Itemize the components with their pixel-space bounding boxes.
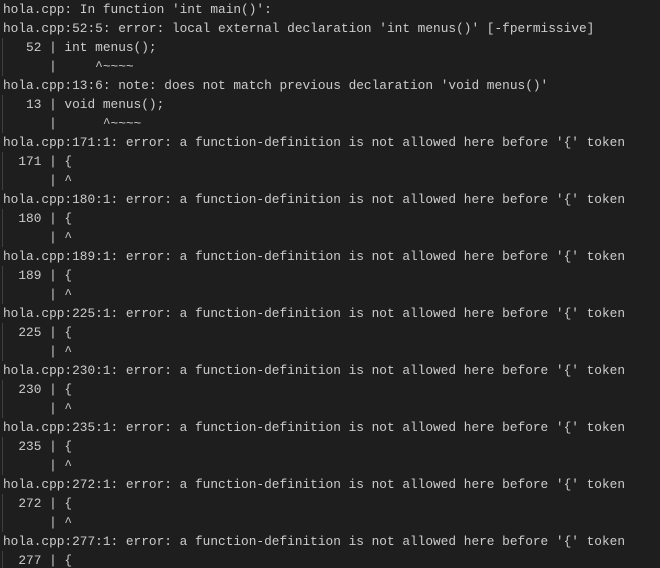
source-context-line: | ^ bbox=[0, 399, 660, 418]
source-context-line: 189 | { bbox=[0, 266, 660, 285]
source-context-line: | ^ bbox=[0, 285, 660, 304]
source-context-line: 225 | { bbox=[0, 323, 660, 342]
source-context-line: | ^ bbox=[0, 456, 660, 475]
compiler-message-line: hola.cpp:225:1: error: a function-defini… bbox=[3, 306, 626, 321]
compiler-message-line: hola.cpp:13:6: note: does not match prev… bbox=[3, 78, 549, 93]
source-context-line: 171 | { bbox=[0, 152, 660, 171]
compiler-message-line: hola.cpp:189:1: error: a function-defini… bbox=[3, 249, 626, 264]
source-context-line: 235 | { bbox=[0, 437, 660, 456]
compiler-message-line: hola.cpp:277:1: error: a function-defini… bbox=[3, 534, 626, 549]
compiler-message-line: hola.cpp:230:1: error: a function-defini… bbox=[3, 363, 626, 378]
source-context-line: 230 | { bbox=[0, 380, 660, 399]
source-context-line: | ^ bbox=[0, 228, 660, 247]
compiler-message-line: hola.cpp:52:5: error: local external dec… bbox=[3, 21, 595, 36]
compiler-message-line: hola.cpp:272:1: error: a function-defini… bbox=[3, 477, 626, 492]
compiler-message-line: hola.cpp:180:1: error: a function-defini… bbox=[3, 192, 626, 207]
compiler-message-line: hola.cpp: In function 'int main()': bbox=[3, 2, 272, 17]
compiler-message-line: hola.cpp:171:1: error: a function-defini… bbox=[3, 135, 626, 150]
source-context-line: | ^~~~~ bbox=[0, 114, 660, 133]
source-context-line: | ^ bbox=[0, 171, 660, 190]
source-context-line: 277 | { bbox=[0, 551, 660, 568]
compiler-message-line: hola.cpp:235:1: error: a function-defini… bbox=[3, 420, 626, 435]
source-context-line: 180 | { bbox=[0, 209, 660, 228]
source-context-line: | ^ bbox=[0, 342, 660, 361]
source-context-line: | ^~~~~ bbox=[0, 57, 660, 76]
source-context-line: 52 | int menus(); bbox=[0, 38, 660, 57]
terminal-output[interactable]: hola.cpp: In function 'int main()': hola.… bbox=[0, 0, 660, 568]
source-context-line: 13 | void menus(); bbox=[0, 95, 660, 114]
source-context-line: 272 | { bbox=[0, 494, 660, 513]
source-context-line: | ^ bbox=[0, 513, 660, 532]
